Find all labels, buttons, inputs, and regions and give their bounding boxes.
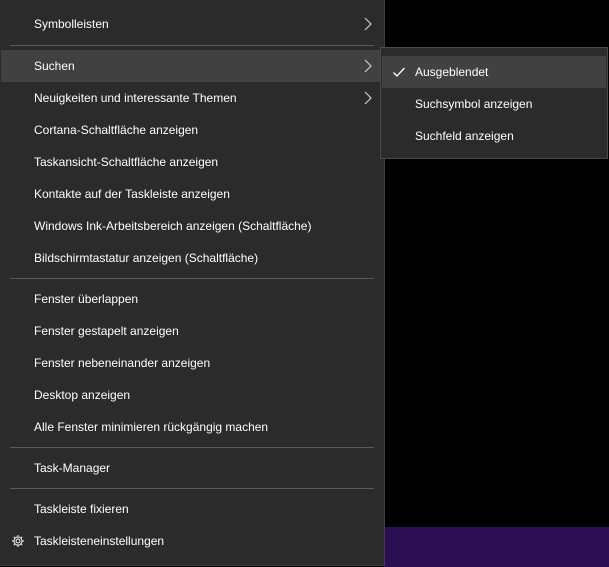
menu-item-label: Fenster überlappen — [34, 292, 139, 306]
menu-item-label: Windows Ink-Arbeitsbereich anzeigen (Sch… — [34, 219, 312, 233]
menu-item-suchen[interactable]: Suchen — [1, 50, 383, 82]
submenu-item-label: Ausgeblendet — [415, 65, 489, 79]
menu-item-symbolleisten[interactable]: Symbolleisten — [1, 8, 383, 40]
submenu-item-suchsymbol[interactable]: Suchsymbol anzeigen — [382, 88, 606, 120]
menu-item-kontakte[interactable]: Kontakte auf der Taskleiste anzeigen — [1, 178, 383, 210]
chevron-right-icon — [364, 17, 372, 31]
menu-item-label: Cortana-Schaltfläche anzeigen — [34, 123, 199, 137]
menu-item-minimieren-rueckgaengig[interactable]: Alle Fenster minimieren rückgängig mache… — [1, 411, 383, 443]
menu-item-label: Alle Fenster minimieren rückgängig mache… — [34, 420, 269, 434]
submenu-item-label: Suchfeld anzeigen — [415, 129, 514, 143]
menu-item-cortana[interactable]: Cortana-Schaltfläche anzeigen — [1, 114, 383, 146]
menu-item-fenster-ueberlappen[interactable]: Fenster überlappen — [1, 283, 383, 315]
menu-item-label: Task-Manager — [34, 461, 111, 475]
menu-item-taskleisteneinstellungen[interactable]: Taskleisteneinstellungen — [1, 525, 383, 557]
chevron-right-icon — [364, 91, 372, 105]
menu-item-label: Taskleisteneinstellungen — [34, 534, 165, 548]
menu-item-label: Taskansicht-Schaltfläche anzeigen — [34, 155, 219, 169]
menu-item-neuigkeiten[interactable]: Neuigkeiten und interessante Themen — [1, 82, 383, 114]
menu-item-label: Symbolleisten — [34, 17, 109, 31]
menu-item-bildschirmtastatur[interactable]: Bildschirmtastatur anzeigen (Schaltfläch… — [1, 242, 383, 274]
menu-item-label: Neuigkeiten und interessante Themen — [34, 91, 237, 105]
menu-item-fenster-gestapelt[interactable]: Fenster gestapelt anzeigen — [1, 315, 383, 347]
menu-item-label: Desktop anzeigen — [34, 388, 131, 402]
menu-item-label: Kontakte auf der Taskleiste anzeigen — [34, 187, 230, 201]
menu-item-windows-ink[interactable]: Windows Ink-Arbeitsbereich anzeigen (Sch… — [1, 210, 383, 242]
taskbar-context-menu: Symbolleisten Suchen Neuigkeiten und int… — [0, 0, 385, 566]
chevron-right-icon — [364, 59, 372, 73]
gear-icon — [12, 535, 24, 547]
submenu-item-ausgeblendet[interactable]: Ausgeblendet — [382, 56, 606, 88]
taskbar[interactable] — [384, 527, 609, 567]
menu-item-label: Taskleiste fixieren — [34, 502, 129, 516]
menu-item-label: Fenster gestapelt anzeigen — [34, 324, 179, 338]
checkmark-icon — [393, 67, 405, 77]
menu-item-label: Suchen — [34, 59, 75, 73]
submenu-item-label: Suchsymbol anzeigen — [415, 97, 533, 111]
menu-separator — [10, 488, 374, 489]
menu-item-label: Bildschirmtastatur anzeigen (Schaltfläch… — [34, 251, 259, 265]
menu-item-label: Fenster nebeneinander anzeigen — [34, 356, 211, 370]
menu-item-taskansicht[interactable]: Taskansicht-Schaltfläche anzeigen — [1, 146, 383, 178]
menu-separator — [10, 278, 374, 279]
menu-separator — [10, 447, 374, 448]
menu-item-task-manager[interactable]: Task-Manager — [1, 452, 383, 484]
submenu-item-suchfeld[interactable]: Suchfeld anzeigen — [382, 120, 606, 152]
menu-item-fenster-nebeneinander[interactable]: Fenster nebeneinander anzeigen — [1, 347, 383, 379]
search-submenu: Ausgeblendet Suchsymbol anzeigen Suchfel… — [380, 47, 608, 159]
menu-item-taskleiste-fixieren[interactable]: Taskleiste fixieren — [1, 493, 383, 525]
menu-item-desktop-anzeigen[interactable]: Desktop anzeigen — [1, 379, 383, 411]
menu-separator — [10, 45, 374, 46]
